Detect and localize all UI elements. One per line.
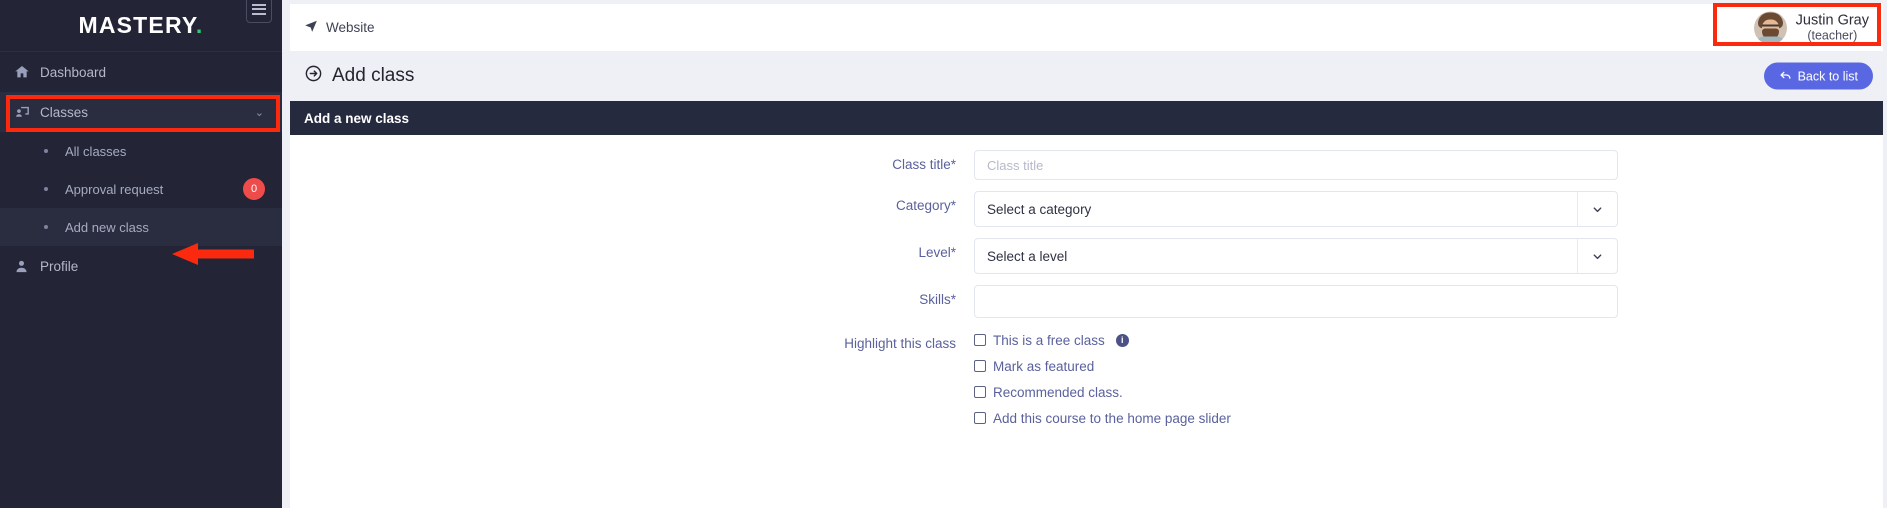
recommended-class-checkbox[interactable]	[974, 386, 986, 398]
highlight-label: Highlight this class	[844, 336, 956, 351]
brand-name: MASTERY	[78, 12, 196, 38]
sidebar-item-dashboard[interactable]: Dashboard	[0, 52, 282, 92]
sidebar-subitem-label: Approval request	[65, 181, 164, 197]
bullet-icon	[44, 225, 48, 229]
sidebar-item-approval-request[interactable]: Approval request 0	[0, 170, 282, 208]
user-role: (teacher)	[1807, 28, 1858, 43]
sidebar-subitem-label: All classes	[65, 143, 127, 159]
approval-request-badge: 0	[243, 178, 265, 200]
top-bar: Website Justin Gray (teacher)	[290, 4, 1883, 51]
form-row-category: Category* Select a category	[290, 191, 1883, 227]
chevron-down-icon[interactable]: ⌄	[255, 106, 264, 119]
mark-as-featured-checkbox[interactable]	[974, 360, 986, 372]
bullet-icon	[44, 149, 48, 153]
sidebar-item-classes[interactable]: Classes ⌄	[0, 92, 282, 132]
avatar	[1753, 11, 1787, 44]
category-control: Select a category	[974, 191, 1883, 227]
form-row-highlight: Highlight this class This is a free clas…	[290, 329, 1883, 433]
level-control: Select a level	[974, 238, 1883, 274]
user-info: Justin Gray (teacher)	[1796, 12, 1869, 43]
user-icon	[14, 259, 40, 274]
website-link-label: Website	[326, 20, 375, 35]
avatar-glasses	[1761, 24, 1779, 29]
card-header: Add a new class	[290, 101, 1883, 135]
main-area: Website Justin Gray (teacher) Add class …	[282, 0, 1887, 508]
checkbox-row-featured[interactable]: Mark as featured	[974, 355, 1618, 377]
user-menu[interactable]: Justin Gray (teacher)	[1753, 11, 1869, 44]
screen-user-icon	[14, 104, 40, 121]
skills-control	[974, 285, 1883, 318]
level-select[interactable]: Select a level	[974, 238, 1618, 274]
level-label: Level*	[918, 245, 956, 260]
app-root: MASTERY. Dashboard Classes ⌄ All classes…	[0, 0, 1887, 508]
annotation-arrow-add-new-class	[172, 243, 254, 265]
bullet-icon	[44, 187, 48, 191]
page-title: Add class	[304, 64, 414, 89]
class-title-input[interactable]	[974, 150, 1618, 180]
checkbox-row-recommended[interactable]: Recommended class.	[974, 381, 1618, 403]
sidebar-subitem-label: Add new class	[65, 219, 149, 235]
hamburger-bar	[252, 8, 266, 10]
back-to-list-label: Back to list	[1797, 69, 1858, 83]
sidebar-item-label: Dashboard	[40, 64, 107, 80]
brand-logo: MASTERY.	[78, 12, 203, 39]
category-select[interactable]: Select a category	[974, 191, 1618, 227]
back-to-list-button[interactable]: Back to list	[1763, 62, 1873, 90]
sidebar-item-all-classes[interactable]: All classes	[0, 132, 282, 170]
sidebar-brand-bar: MASTERY.	[0, 0, 282, 52]
skills-label: Skills*	[919, 292, 956, 307]
website-link[interactable]: Website	[304, 19, 375, 36]
arrow-circle-right-icon	[304, 64, 323, 89]
checkbox-row-home-slider[interactable]: Add this course to the home page slider	[974, 407, 1618, 429]
category-selected-value: Select a category	[987, 201, 1092, 217]
category-label: Category*	[895, 198, 956, 213]
mark-as-featured-label: Mark as featured	[993, 358, 1095, 374]
level-selected-value: Select a level	[987, 248, 1068, 264]
hamburger-menu-icon[interactable]	[246, 0, 272, 23]
back-arrow-icon	[1779, 68, 1792, 84]
class-title-control	[974, 150, 1883, 180]
class-title-label: Class title*	[892, 157, 956, 172]
page-title-label: Add class	[332, 65, 415, 86]
card-body: Class title* Category* Select a category	[290, 135, 1883, 433]
sidebar-item-label: Profile	[40, 258, 79, 274]
form-row-skills: Skills*	[290, 285, 1883, 318]
info-icon[interactable]: i	[1115, 333, 1129, 347]
home-page-slider-label: Add this course to the home page slider	[993, 410, 1231, 426]
skills-input[interactable]	[974, 285, 1618, 318]
home-icon	[14, 64, 40, 80]
sidebar-item-label: Classes	[40, 104, 89, 120]
recommended-class-label: Recommended class.	[993, 384, 1123, 400]
free-class-checkbox[interactable]	[974, 334, 986, 346]
chevron-down-icon[interactable]	[1577, 192, 1617, 226]
hamburger-bar	[252, 12, 266, 15]
highlight-checkbox-group: This is a free class i Mark as featured …	[974, 329, 1883, 433]
avatar-shirt	[1755, 36, 1785, 44]
add-class-card: Add a new class Class title* Category* S…	[290, 101, 1883, 508]
checkbox-row-free-class[interactable]: This is a free class i	[974, 329, 1618, 351]
brand-dot: .	[195, 12, 204, 38]
page-header: Add class Back to list	[290, 51, 1887, 101]
form-row-level: Level* Select a level	[290, 238, 1883, 274]
free-class-label: This is a free class	[993, 332, 1105, 348]
home-page-slider-checkbox[interactable]	[974, 412, 986, 424]
paper-plane-icon	[304, 19, 318, 36]
chevron-down-icon[interactable]	[1577, 239, 1617, 273]
hamburger-bar	[252, 3, 266, 6]
user-name: Justin Gray	[1795, 12, 1869, 29]
sidebar-item-add-new-class[interactable]: Add new class	[0, 208, 282, 246]
form-row-class-title: Class title*	[290, 150, 1883, 180]
